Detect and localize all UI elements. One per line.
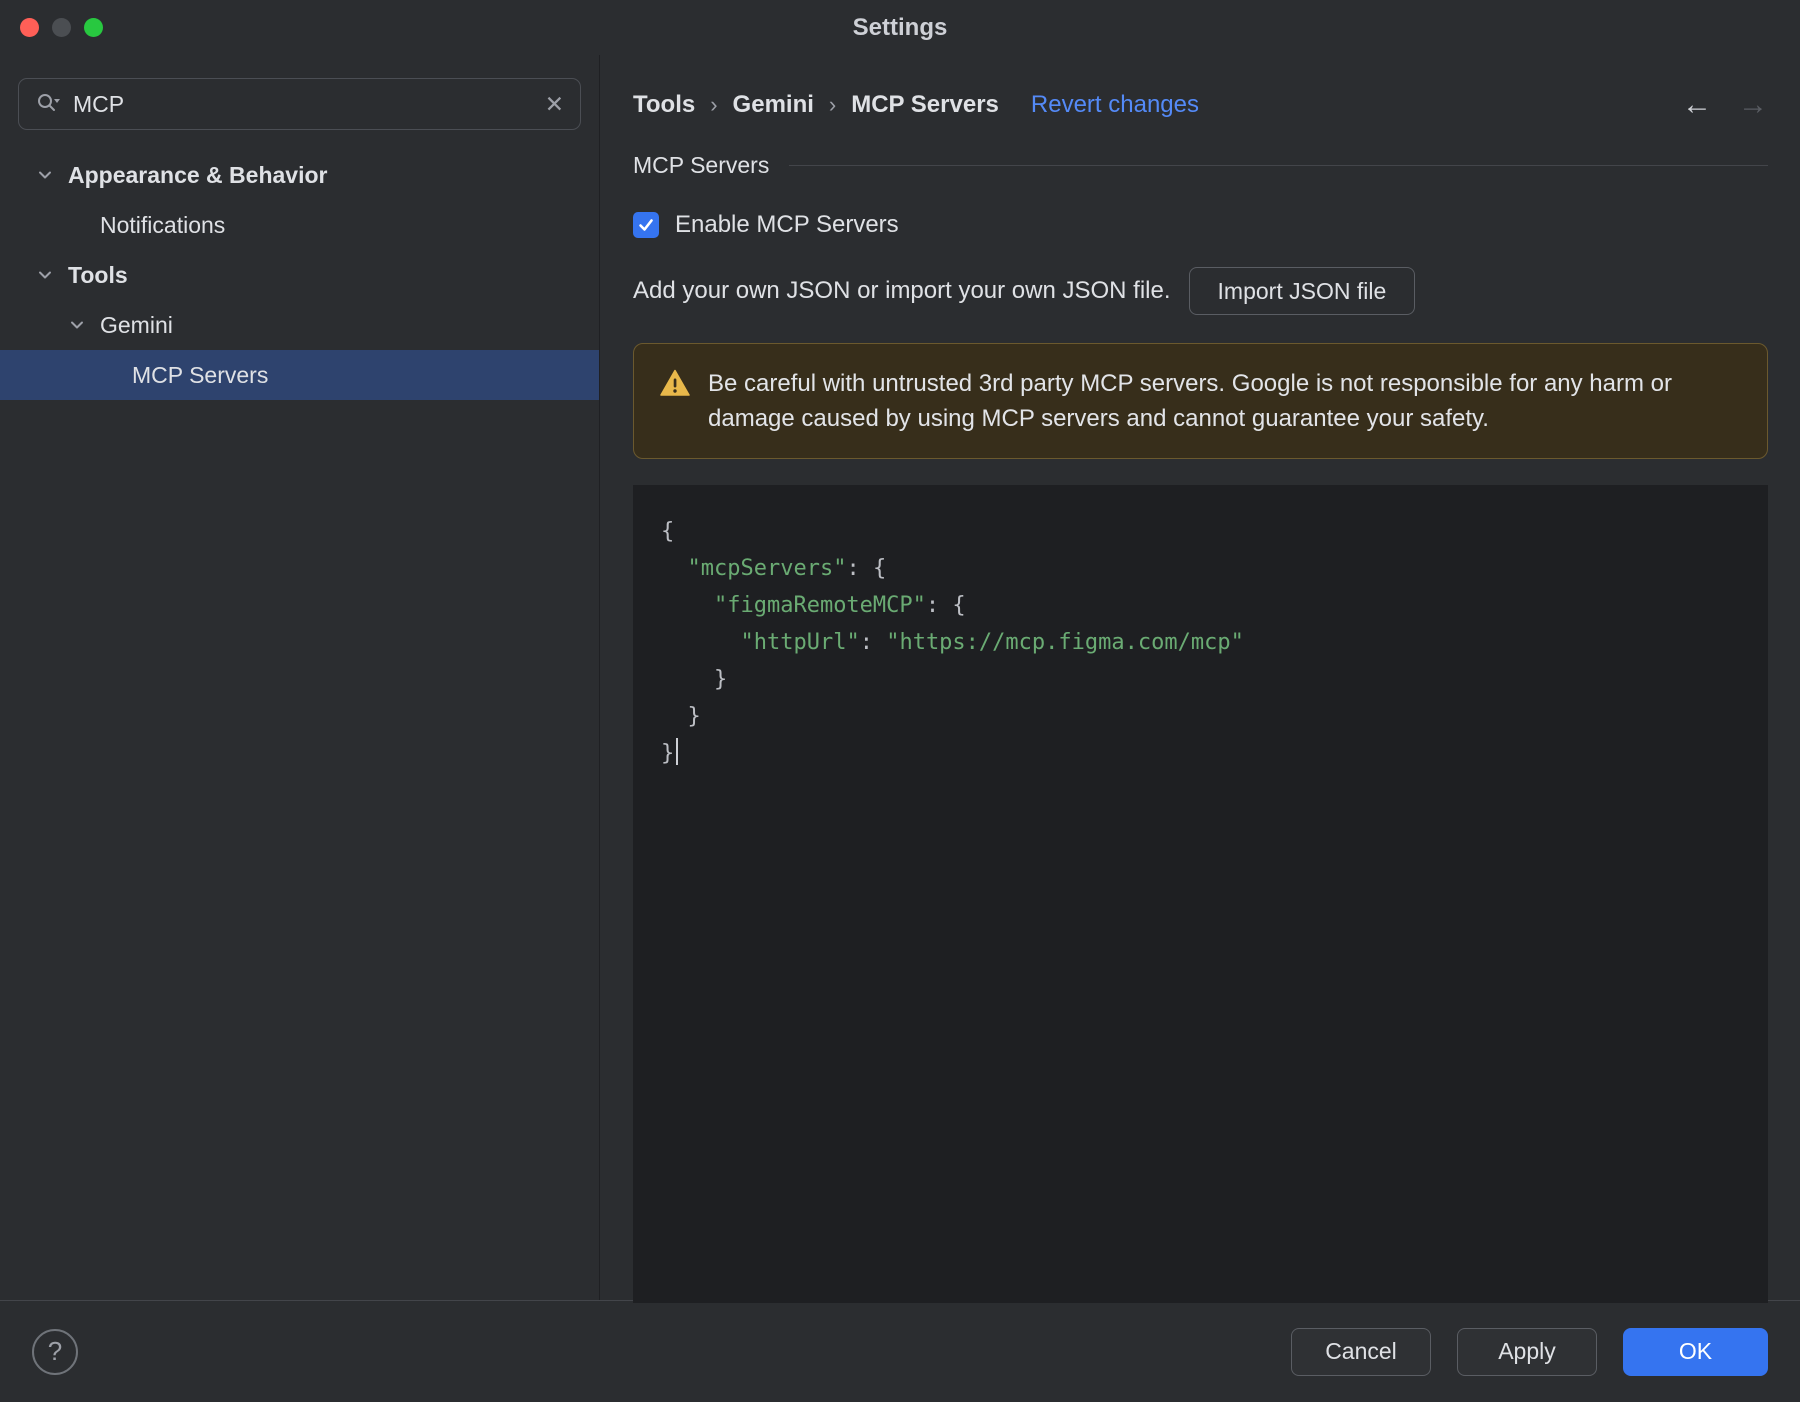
search-icon	[38, 94, 60, 111]
sidebar-item-tools[interactable]: Tools	[0, 250, 599, 300]
titlebar: Settings	[0, 0, 1800, 55]
settings-content: ✕ Appearance & Behavior Notifications To…	[0, 55, 1800, 1303]
text-cursor	[676, 738, 679, 765]
forward-icon: →	[1738, 88, 1768, 121]
sidebar-item-mcp-servers[interactable]: MCP Servers	[0, 350, 599, 400]
import-json-file-button[interactable]: Import JSON file	[1188, 267, 1416, 315]
enable-mcp-servers-label: Enable MCP Servers	[675, 211, 899, 238]
chevron-down-icon[interactable]	[34, 164, 56, 186]
mcp-json-editor[interactable]: { "mcpServers": { "figmaRemoteMCP": { "h…	[633, 485, 1768, 1303]
sidebar-item-label: MCP Servers	[132, 361, 269, 388]
settings-main-panel: Tools › Gemini › MCP Servers Revert chan…	[600, 55, 1800, 1303]
warning-banner: Be careful with untrusted 3rd party MCP …	[633, 343, 1768, 459]
breadcrumb-separator: ›	[828, 92, 837, 117]
search-input[interactable]	[73, 90, 533, 118]
history-navigation: ← →	[1682, 88, 1768, 122]
checkmark-icon	[639, 219, 653, 231]
apply-button[interactable]: Apply	[1457, 1327, 1597, 1376]
import-json-row: Add your own JSON or import your own JSO…	[633, 267, 1768, 315]
sidebar-item-notifications[interactable]: Notifications	[0, 200, 599, 250]
cancel-button[interactable]: Cancel	[1291, 1327, 1431, 1376]
code-line: {	[661, 519, 675, 544]
code-line: "mcpServers": {	[687, 556, 887, 581]
sidebar-item-label: Notifications	[100, 211, 226, 238]
breadcrumb-item-mcp-servers: MCP Servers	[851, 91, 999, 118]
code-line: }	[661, 704, 701, 729]
code-line: }	[661, 735, 1740, 772]
settings-tree: Appearance & Behavior Notifications Tool…	[0, 150, 599, 400]
window-title: Settings	[852, 13, 948, 41]
breadcrumb-separator: ›	[710, 92, 718, 117]
section-title: MCP Servers	[633, 152, 770, 178]
clear-search-icon[interactable]: ✕	[545, 91, 564, 118]
revert-changes-link[interactable]: Revert changes	[1031, 91, 1199, 119]
import-json-text: Add your own JSON or import your own JSO…	[633, 277, 1171, 304]
sidebar-item-label: Tools	[68, 261, 128, 288]
warning-icon	[660, 369, 690, 396]
question-mark-icon: ?	[47, 1336, 63, 1366]
enable-mcp-servers-checkbox[interactable]	[633, 212, 659, 238]
warning-text: Be careful with untrusted 3rd party MCP …	[708, 370, 1672, 432]
breadcrumb-item-gemini[interactable]: Gemini	[733, 91, 814, 119]
breadcrumb-item-tools[interactable]: Tools	[633, 91, 695, 119]
code-line: "httpUrl": "https://mcp.figma.com/mcp"	[740, 630, 1244, 655]
footer-buttons: Cancel Apply OK	[1291, 1327, 1768, 1376]
settings-sidebar: ✕ Appearance & Behavior Notifications To…	[0, 55, 600, 1300]
code-line: }	[661, 667, 728, 692]
help-button[interactable]: ?	[32, 1328, 78, 1375]
sidebar-item-label: Appearance & Behavior	[68, 161, 328, 188]
sidebar-item-gemini[interactable]: Gemini	[0, 300, 599, 350]
dialog-footer: ? Cancel Apply OK	[0, 1300, 1800, 1402]
chevron-down-icon[interactable]	[66, 314, 88, 336]
sidebar-item-appearance-behavior[interactable]: Appearance & Behavior	[0, 150, 599, 200]
chevron-down-icon[interactable]	[34, 264, 56, 286]
ok-button[interactable]: OK	[1623, 1327, 1768, 1376]
section-header: MCP Servers	[633, 152, 1768, 179]
enable-mcp-servers-row: Enable MCP Servers	[633, 211, 1768, 239]
code-line: "figmaRemoteMCP": {	[713, 593, 966, 618]
back-icon[interactable]: ←	[1682, 88, 1712, 122]
breadcrumb: Tools › Gemini › MCP Servers Revert chan…	[633, 88, 1768, 122]
settings-search-box[interactable]: ✕	[18, 78, 581, 130]
sidebar-item-label: Gemini	[100, 311, 173, 338]
section-divider	[789, 165, 1768, 166]
